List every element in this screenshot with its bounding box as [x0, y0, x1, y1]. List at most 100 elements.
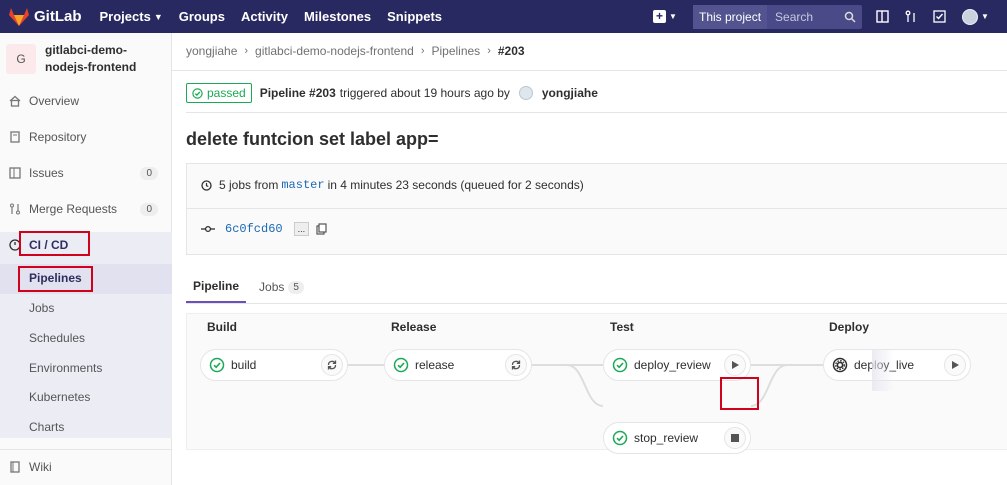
chevron-down-icon: ▼	[669, 12, 677, 21]
commit-sha-link[interactable]: 6c0fcd60	[225, 222, 283, 236]
search-box: This project Search	[693, 4, 863, 29]
project-name: gitlabci-demo-nodejs-frontend	[45, 43, 137, 74]
play-icon	[732, 361, 739, 369]
breadcrumb-current[interactable]: #203	[498, 44, 525, 58]
job-build[interactable]: build	[200, 349, 348, 381]
play-button[interactable]	[944, 354, 966, 376]
gear-icon	[832, 357, 848, 373]
job-deploy-live[interactable]: deploy_live	[823, 349, 971, 381]
clock-icon	[201, 179, 212, 191]
nav-snippets[interactable]: Snippets	[387, 9, 442, 24]
divider	[186, 303, 1007, 304]
merge-requests-count-badge: 0	[140, 202, 158, 216]
search-scope-label[interactable]: This project	[693, 4, 768, 29]
nav-milestones[interactable]: Milestones	[304, 9, 371, 24]
clipboard-icon[interactable]	[316, 223, 327, 235]
nav-activity[interactable]: Activity	[241, 9, 288, 24]
search-icon	[844, 11, 856, 23]
play-icon	[952, 361, 959, 369]
breadcrumb-item[interactable]: Pipelines	[431, 44, 480, 58]
check-circle-icon	[393, 357, 409, 373]
todo-icon[interactable]	[933, 10, 946, 23]
page-title: delete funtcion set label app=	[186, 129, 439, 149]
wiki-icon	[9, 461, 21, 473]
book-icon	[9, 131, 21, 143]
expand-commit-button[interactable]: ...	[293, 222, 310, 236]
merge-request-icon	[9, 203, 21, 215]
main-nav: Projects ▼ Groups Activity Milestones Sni…	[100, 9, 459, 24]
user-avatar[interactable]	[518, 86, 533, 100]
sidebar-toggle-icon[interactable]	[876, 10, 889, 23]
retry-button[interactable]	[321, 354, 343, 376]
pipeline-label: Pipeline #203	[259, 86, 336, 100]
check-circle-icon	[612, 357, 628, 373]
tanuki-icon	[9, 7, 29, 26]
retry-icon	[511, 360, 521, 370]
triggered-text: triggered about 19 hours ago by	[339, 86, 510, 100]
retry-icon	[327, 360, 337, 370]
status-badge[interactable]: passed	[186, 83, 252, 103]
user-avatar[interactable]: ▼	[962, 8, 989, 25]
user-link[interactable]: yongjiahe	[542, 86, 598, 100]
stage-title-build: Build	[207, 320, 237, 334]
fade-overlay	[872, 349, 894, 391]
breadcrumb: yongjiahe › gitlabci-demo-nodejs-frontend…	[186, 44, 525, 58]
sidebar-item-overview[interactable]: Overview	[0, 88, 172, 114]
issues-icon	[9, 167, 21, 179]
sidebar-sub-environments[interactable]: Environments	[29, 361, 102, 375]
play-button[interactable]	[724, 354, 746, 376]
pipeline-info-box: 5 jobs from master in 4 minutes 23 secon…	[186, 163, 1007, 255]
top-right-area: + ▼ This project Search ▼	[653, 0, 989, 33]
project-header[interactable]: G gitlabci-demo-nodejs-frontend	[0, 33, 171, 85]
sidebar-sub-kubernetes[interactable]: Kubernetes	[29, 390, 90, 404]
sidebar-item-issues[interactable]: Issues 0	[0, 160, 172, 186]
sidebar-item-merge-requests[interactable]: Merge Requests 0	[0, 196, 172, 222]
highlight-cicd	[19, 231, 90, 256]
home-icon	[9, 95, 21, 107]
check-circle-icon	[612, 430, 628, 446]
chevron-down-icon: ▼	[981, 12, 989, 21]
sidebar-sub-charts[interactable]: Charts	[29, 420, 64, 434]
pipeline-tabs: Pipeline Jobs 5	[186, 271, 317, 303]
jobs-count-badge: 5	[288, 280, 304, 294]
sidebar-item-repository[interactable]: Repository	[0, 124, 172, 150]
jobs-summary: 5 jobs from master in 4 minutes 23 secon…	[201, 178, 584, 192]
divider	[172, 70, 1007, 71]
breadcrumb-item[interactable]: yongjiahe	[186, 44, 237, 58]
plus-icon: +	[653, 10, 666, 23]
stage-title-release: Release	[391, 320, 437, 334]
job-release[interactable]: release	[384, 349, 532, 381]
pipeline-graph: Build Release Test Deploy build release …	[186, 313, 1007, 454]
commit-icon	[201, 225, 215, 233]
highlight-pipelines	[18, 266, 93, 292]
merge-request-icon[interactable]	[905, 10, 917, 23]
new-dropdown-button[interactable]: + ▼	[653, 10, 679, 23]
breadcrumb-item[interactable]: gitlabci-demo-nodejs-frontend	[255, 44, 414, 58]
chevron-down-icon: ▼	[153, 11, 163, 22]
brand-name: GitLab	[34, 8, 82, 25]
project-avatar: G	[6, 44, 36, 74]
gitlab-logo[interactable]: GitLab	[8, 7, 82, 27]
divider	[187, 208, 1007, 209]
stop-button[interactable]	[724, 427, 746, 449]
divider	[0, 449, 172, 450]
nav-projects[interactable]: Projects ▼	[100, 9, 163, 24]
tab-pipeline[interactable]: Pipeline	[186, 271, 247, 303]
sidebar-sub-schedules[interactable]: Schedules	[29, 331, 85, 345]
branch-link[interactable]: master	[281, 178, 324, 192]
project-sidebar: G gitlabci-demo-nodejs-frontend Overview…	[0, 33, 172, 485]
sidebar-sub-jobs[interactable]: Jobs	[29, 301, 54, 315]
highlight-play-button	[720, 377, 759, 410]
search-input[interactable]: Search	[767, 10, 862, 24]
stop-icon	[731, 434, 739, 442]
check-circle-icon	[209, 357, 225, 373]
nav-groups[interactable]: Groups	[179, 9, 225, 24]
top-navbar: GitLab Projects ▼ Groups Activity Milesto…	[0, 0, 1007, 33]
check-circle-icon	[192, 87, 203, 99]
pipeline-header: passed Pipeline #203 triggered about 19 …	[186, 83, 602, 103]
issues-count-badge: 0	[140, 166, 158, 180]
retry-button[interactable]	[505, 354, 527, 376]
tab-jobs[interactable]: Jobs 5	[252, 271, 311, 303]
job-stop-review[interactable]: stop_review	[603, 422, 751, 454]
sidebar-item-wiki[interactable]: Wiki	[0, 454, 172, 480]
